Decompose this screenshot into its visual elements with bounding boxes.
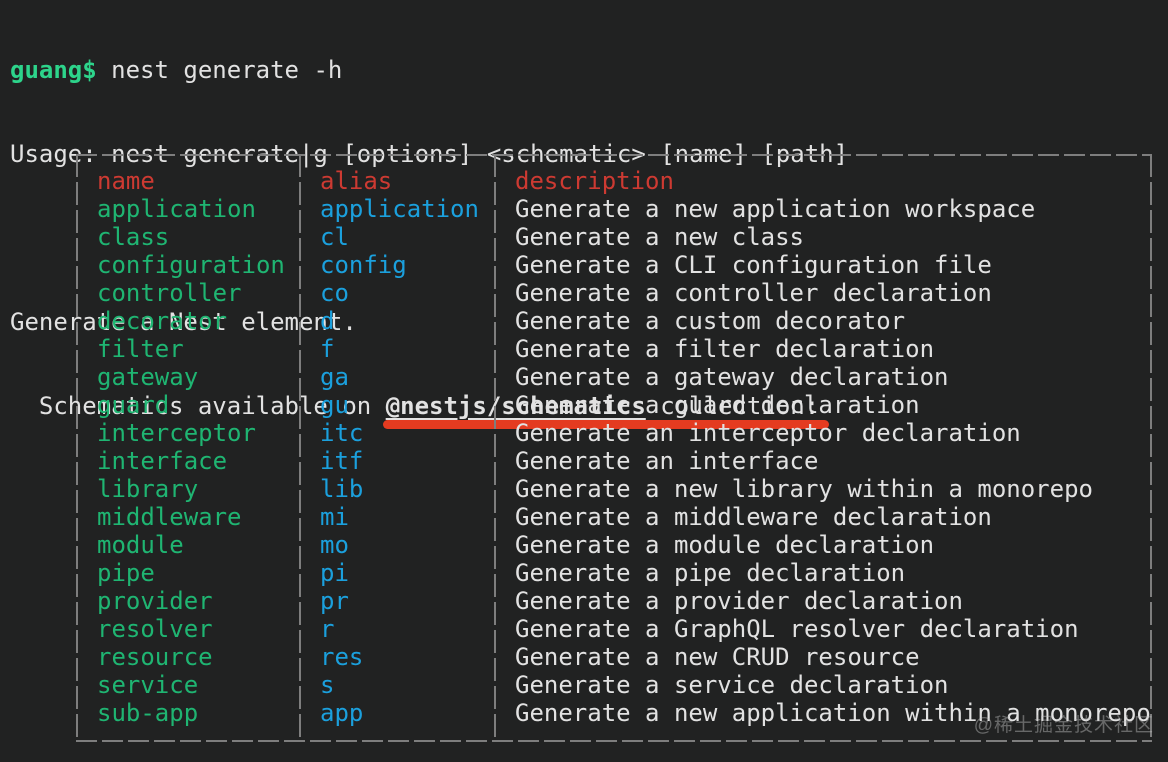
schematic-name-cell: filter — [97, 335, 184, 363]
schematic-name-cell: gateway — [97, 363, 199, 391]
schematic-description-cell: Generate a new application workspace — [515, 195, 1036, 223]
schematic-alias-cell: cl — [320, 223, 349, 251]
schematic-alias-cell: itc — [320, 419, 364, 447]
schematic-alias-cell: r — [320, 615, 335, 643]
schematic-alias-cell: s — [320, 671, 335, 699]
schematic-description-cell: Generate a custom decorator — [515, 307, 906, 335]
schematic-description-cell: Generate a new class — [515, 223, 804, 251]
schematic-alias-cell: co — [320, 279, 349, 307]
schematic-alias-cell: res — [320, 643, 364, 671]
schematic-description-cell: Generate a filter declaration — [515, 335, 935, 363]
schematic-description-cell: Generate a new library within a monorepo — [515, 475, 1093, 503]
schematic-name-cell: configuration — [97, 251, 285, 279]
shell-prompt: guang$ — [10, 56, 97, 84]
table-rows: name alias description application appli… — [76, 167, 1152, 727]
schematic-name-cell: resolver — [97, 615, 213, 643]
schematic-description-cell: Generate a pipe declaration — [515, 559, 906, 587]
schematic-description-cell: Generate a provider declaration — [515, 587, 963, 615]
schematic-name-cell: provider — [97, 587, 213, 615]
schematic-alias-cell: app — [320, 699, 364, 727]
schematic-description-cell: Generate a GraphQL resolver declaration — [515, 615, 1079, 643]
schematic-description-cell: Generate an interface — [515, 447, 819, 475]
schematic-alias-cell: ga — [320, 363, 349, 391]
schematic-description-cell: Generate a guard declaration — [515, 391, 920, 419]
schematic-name-cell: middleware — [97, 503, 242, 531]
column-header-description: description — [515, 167, 674, 195]
terminal[interactable]: guang$ nest generate -h Usage: nest gene… — [0, 0, 1168, 762]
schematic-name-cell: pipe — [97, 559, 155, 587]
schematic-description-cell: Generate a module declaration — [515, 531, 935, 559]
schematic-alias-cell: mi — [320, 503, 349, 531]
schematic-description-cell: Generate a gateway declaration — [515, 363, 949, 391]
watermark: @稀土掘金技术社区 — [973, 715, 1154, 736]
schematic-name-cell: sub-app — [97, 699, 199, 727]
table-border-bottom — [76, 740, 1152, 742]
schematic-description-cell: Generate a middleware declaration — [515, 503, 992, 531]
schematic-description-cell: Generate a service declaration — [515, 671, 949, 699]
schematic-alias-cell: pr — [320, 587, 349, 615]
schematic-alias-cell: mo — [320, 531, 349, 559]
schematic-description-cell: Generate a new CRUD resource — [515, 643, 920, 671]
schematic-name-cell: guard — [97, 391, 170, 419]
column-header-alias: alias — [320, 167, 393, 195]
schematic-alias-cell: f — [320, 335, 335, 363]
schematic-name-cell: library — [97, 475, 199, 503]
schematic-name-cell: module — [97, 531, 184, 559]
command-line: guang$ nest generate -h — [10, 56, 848, 84]
schematic-name-cell: interceptor — [97, 419, 256, 447]
schematic-alias-cell: lib — [320, 475, 364, 503]
command-text: nest generate -h — [96, 56, 343, 84]
schematic-name-cell: application — [97, 195, 256, 223]
schematic-description-cell: Generate an interceptor declaration — [515, 419, 1021, 447]
schematic-name-cell: service — [97, 671, 199, 699]
schematic-alias-cell: itf — [320, 447, 364, 475]
table-border-top — [76, 154, 1152, 156]
schematic-name-cell: resource — [97, 643, 213, 671]
schematic-description-cell: Generate a controller declaration — [515, 279, 992, 307]
column-header-name: name — [97, 167, 155, 195]
schematics-table: name alias description application appli… — [76, 154, 1152, 742]
schematic-name-cell: decorator — [97, 307, 228, 335]
schematic-name-cell: controller — [97, 279, 242, 307]
schematic-alias-cell: config — [320, 251, 407, 279]
schematic-alias-cell: pi — [320, 559, 349, 587]
schematic-name-cell: interface — [97, 447, 228, 475]
schematic-name-cell: class — [97, 223, 170, 251]
schematic-alias-cell: application — [320, 195, 479, 223]
schematic-description-cell: Generate a CLI configuration file — [515, 251, 992, 279]
schematic-alias-cell: gu — [320, 391, 349, 419]
schematic-alias-cell: d — [320, 307, 335, 335]
